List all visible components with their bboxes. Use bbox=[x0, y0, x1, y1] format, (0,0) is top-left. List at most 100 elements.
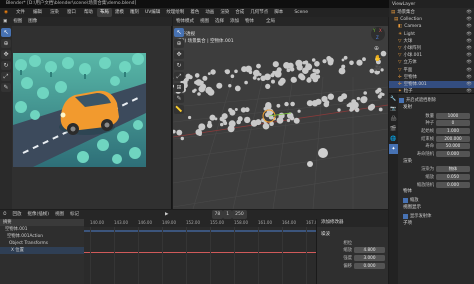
outliner-item[interactable]: ▽ 小球.001 👁 bbox=[389, 52, 474, 59]
property-value-field[interactable]: 200.000 bbox=[436, 135, 470, 142]
cursor-tool-icon[interactable]: ⊕ bbox=[1, 39, 11, 48]
current-frame-field[interactable]: 78 bbox=[211, 210, 224, 219]
visibility-eye-icon[interactable]: 👁 bbox=[466, 16, 472, 23]
property-value-field[interactable]: 物体 bbox=[436, 166, 470, 173]
viewport-menu-object[interactable]: 物体 bbox=[242, 17, 257, 26]
viewport-display-section-header[interactable]: 视图显示 bbox=[399, 204, 473, 212]
workspace-tab-modeling[interactable]: 建模 bbox=[112, 8, 127, 17]
camera-view-icon[interactable]: 🎥 bbox=[374, 65, 381, 72]
visibility-eye-icon[interactable]: 👁 bbox=[466, 52, 472, 59]
timeline-menu-playback[interactable]: 回放 bbox=[10, 210, 25, 219]
workspace-tab-uv[interactable]: UV编辑 bbox=[142, 8, 163, 17]
channel-item[interactable]: Object Transforms bbox=[0, 240, 84, 247]
scale-tool-icon[interactable]: ⤢ bbox=[1, 72, 11, 81]
viewport-scale-icon[interactable]: ⤢ bbox=[174, 72, 184, 81]
timeline-menu-marker[interactable]: 标记 bbox=[67, 210, 82, 219]
property-value-field[interactable]: 0 bbox=[436, 120, 470, 127]
world-tab-icon[interactable]: 🌐 bbox=[389, 134, 398, 144]
end-frame-field[interactable]: 250 bbox=[232, 210, 247, 219]
menu-window[interactable]: 窗口 bbox=[63, 8, 80, 17]
viewport-rotate-icon[interactable]: ↻ bbox=[174, 61, 184, 70]
workspace-tab-render[interactable]: 渲染 bbox=[217, 8, 232, 17]
workspace-tab-scripting[interactable]: 脚本 bbox=[271, 8, 286, 17]
property-value-field[interactable]: 1000 bbox=[436, 112, 470, 119]
timeline-menu-keying[interactable]: 抠像(插帧) bbox=[25, 210, 53, 219]
viewlayer-label[interactable]: ViewLayer bbox=[392, 2, 415, 7]
viewport-cursor-icon[interactable]: ⊕ bbox=[174, 39, 184, 48]
noise-modifier-header[interactable]: 噪波 bbox=[317, 231, 388, 239]
select-tool-icon[interactable]: ↖ bbox=[1, 28, 11, 37]
image-menu-view[interactable]: 视图 bbox=[10, 17, 25, 26]
viewport-move-icon[interactable]: ✥ bbox=[174, 50, 184, 59]
viewport-measure-icon[interactable]: 📏 bbox=[174, 105, 184, 114]
visibility-eye-icon[interactable]: 👁 bbox=[466, 74, 472, 81]
menu-help[interactable]: 帮助 bbox=[80, 8, 97, 17]
workspace-tab-sculpt[interactable]: 雕刻 bbox=[127, 8, 142, 17]
tool-tab-icon[interactable]: 🔧 bbox=[389, 94, 398, 104]
outliner-item[interactable]: ▽ 立方体 👁 bbox=[389, 59, 474, 66]
property-value-field[interactable]: 1.000 bbox=[436, 127, 470, 134]
play-button-icon[interactable]: ▶ bbox=[162, 210, 171, 219]
workspace-tab-layout[interactable]: 布局 bbox=[96, 8, 112, 17]
viewport-menu-add[interactable]: 添加 bbox=[227, 17, 242, 26]
outliner-item[interactable]: ▽ 大球 👁 bbox=[389, 38, 474, 45]
zoom-icon[interactable]: ⊕ bbox=[374, 45, 379, 52]
property-value-field[interactable]: 3.000 bbox=[354, 254, 385, 261]
navigation-gizmo[interactable]: X Y Z bbox=[371, 27, 385, 41]
property-value-field[interactable]: 0.000 bbox=[436, 150, 470, 157]
outliner-item[interactable]: ◧ Camera 👁 bbox=[389, 23, 474, 30]
timeline-editor-icon[interactable]: ⏱ bbox=[0, 210, 10, 219]
output-tab-icon[interactable]: 🖨 bbox=[389, 114, 398, 124]
workspace-tab-texture[interactable]: 纹理绘制 bbox=[163, 8, 187, 17]
channel-item[interactable]: X 位置 bbox=[0, 247, 84, 254]
editor-type-icon[interactable]: ▣ bbox=[0, 17, 10, 26]
property-value-field[interactable]: 0.000 bbox=[436, 181, 470, 188]
workspace-tab-geonodes[interactable]: 几何节点 bbox=[247, 8, 271, 17]
3d-viewport[interactable]: 用户透视 (78) 场景集合 | 空物体.001 X Y Z ⊕ ✋ 🎥 bbox=[173, 17, 388, 209]
viewport-menu-view[interactable]: 视图 bbox=[197, 17, 212, 26]
occlusion-checkbox[interactable] bbox=[399, 97, 404, 103]
channel-item[interactable]: 摘要 bbox=[0, 219, 84, 226]
children-section-header[interactable]: 子项 bbox=[399, 220, 473, 228]
visibility-eye-icon[interactable]: 👁 bbox=[466, 81, 472, 88]
render-tab-icon[interactable]: 📷 bbox=[389, 104, 398, 114]
image-menu-image[interactable]: 图像 bbox=[25, 17, 40, 26]
scene-tab-icon[interactable]: 🎬 bbox=[389, 124, 398, 134]
move-tool-icon[interactable]: ✥ bbox=[1, 50, 11, 59]
start-frame-field[interactable]: 1 bbox=[223, 210, 233, 219]
property-value-field[interactable]: 4.800 bbox=[354, 247, 385, 254]
outliner-item[interactable]: ✛ 空物体 👁 bbox=[389, 74, 474, 81]
property-value-field[interactable]: 50.000 bbox=[436, 143, 470, 150]
add-modifier-dropdown[interactable]: 添加修改器 bbox=[317, 219, 388, 227]
property-value-field[interactable]: 0.050 bbox=[436, 173, 470, 180]
viewport-transform-icon[interactable]: ⊞ bbox=[174, 83, 184, 92]
visibility-eye-icon[interactable]: 👁 bbox=[466, 9, 472, 16]
visibility-eye-icon[interactable]: 👁 bbox=[466, 67, 472, 74]
emission-section-header[interactable]: 发射 bbox=[399, 104, 473, 112]
render-section-header[interactable]: 渲染 bbox=[399, 158, 473, 166]
mode-selector[interactable]: 物体模式 bbox=[173, 17, 197, 26]
particles-tab-icon[interactable]: ✦ bbox=[389, 144, 398, 154]
viewport-annotate-icon[interactable]: ✎ bbox=[174, 94, 184, 103]
viewport-select-icon[interactable]: ↖ bbox=[174, 28, 184, 37]
visibility-eye-icon[interactable]: 👁 bbox=[466, 45, 472, 52]
channel-item[interactable]: 空物体.001 bbox=[0, 226, 84, 233]
blender-logo-icon[interactable]: ◉ bbox=[0, 8, 12, 17]
outliner-item[interactable]: ▤ Collection 👁 bbox=[389, 16, 474, 23]
menu-edit[interactable]: 编辑 bbox=[29, 8, 46, 17]
visibility-eye-icon[interactable]: 👁 bbox=[466, 59, 472, 66]
outliner-item[interactable]: ▽ 平面 👁 bbox=[389, 67, 474, 74]
channel-item[interactable]: 空物体.001Action bbox=[0, 233, 84, 240]
show-emitter-checkbox-row[interactable]: 显示发射体 bbox=[399, 212, 473, 220]
show-emitter-checkbox[interactable] bbox=[403, 213, 408, 219]
timeline-menu-view[interactable]: 视图 bbox=[52, 210, 67, 219]
outliner-item[interactable]: ☀ Light 👁 bbox=[389, 31, 474, 38]
rotate-tool-icon[interactable]: ↻ bbox=[1, 61, 11, 70]
visibility-eye-icon[interactable]: 👁 bbox=[466, 38, 472, 45]
outliner-item[interactable]: ▤ 场景集合 👁 bbox=[389, 9, 474, 16]
transform-orientation[interactable]: 全局 bbox=[263, 17, 278, 26]
visibility-eye-icon[interactable]: 👁 bbox=[466, 31, 472, 38]
property-value-field[interactable]: 0.000 bbox=[354, 262, 385, 269]
menu-file[interactable]: 文件 bbox=[12, 8, 29, 17]
scale-checkbox-row[interactable]: 缩放 bbox=[399, 196, 473, 204]
